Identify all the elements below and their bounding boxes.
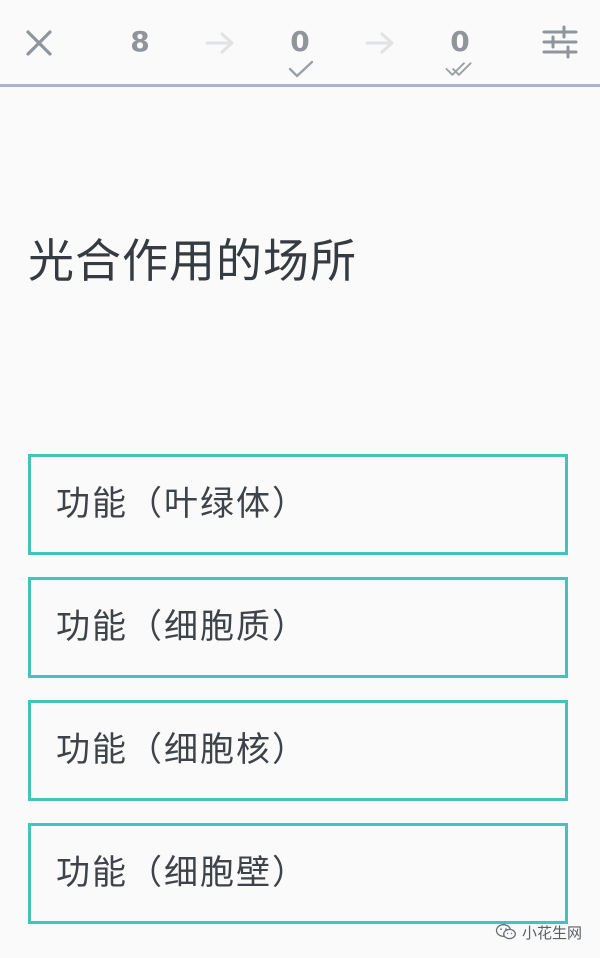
watermark: 小花生网 [495, 918, 582, 946]
arrow-right-icon [205, 32, 234, 54]
close-icon [26, 30, 52, 56]
watermark-text: 小花生网 [521, 923, 582, 942]
arrow-right-icon [365, 32, 394, 54]
settings-button[interactable] [540, 24, 580, 60]
sliders-icon [542, 25, 578, 59]
answer-option-label: 功能（细胞核） [56, 730, 308, 770]
correct-count: 0 [290, 25, 310, 58]
answer-option-label: 功能（叶绿体） [56, 484, 308, 524]
mastered-count: 0 [450, 25, 470, 58]
answer-option-3[interactable]: 功能（细胞核） [28, 700, 568, 801]
answer-option-4[interactable]: 功能（细胞壁） [28, 823, 568, 924]
answer-option-label: 功能（细胞质） [56, 607, 308, 647]
header-divider [0, 84, 600, 87]
answer-option-label: 功能（细胞壁） [56, 853, 308, 893]
total-count: 8 [130, 25, 150, 58]
answer-option-2[interactable]: 功能（细胞质） [28, 577, 568, 678]
check-icon [288, 60, 314, 78]
answer-option-1[interactable]: 功能（叶绿体） [28, 454, 568, 555]
question-text: 光合作用的场所 [28, 234, 357, 288]
top-bar: 8 0 0 [0, 0, 600, 84]
double-check-icon [445, 62, 472, 76]
wechat-icon [495, 924, 516, 940]
close-button[interactable] [22, 26, 56, 60]
